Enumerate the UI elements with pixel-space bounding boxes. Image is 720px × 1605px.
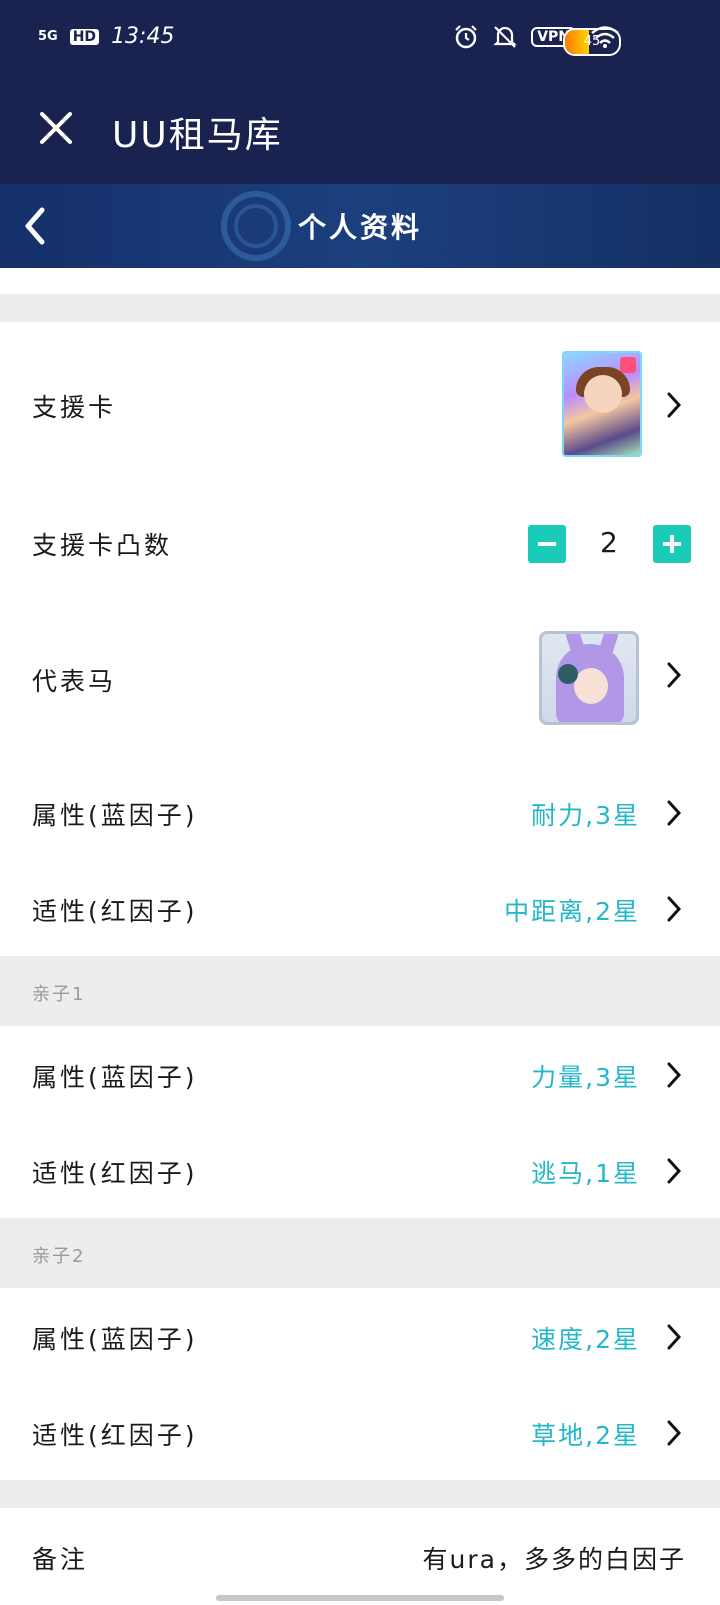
signal-label: 5G — [38, 29, 58, 44]
minus-icon — [538, 542, 556, 546]
battery-percent: 45 — [583, 34, 601, 49]
rep-horse-label: 代表马 — [32, 667, 117, 696]
horse-flower — [558, 664, 578, 684]
support-card-image[interactable] — [562, 351, 642, 457]
status-left: 5G HD 13:45 — [38, 24, 174, 49]
support-card-limit-label: 支援卡凸数 — [32, 531, 173, 560]
section-gap — [0, 294, 720, 322]
chevron-right-icon — [667, 1158, 682, 1184]
alarm-icon — [455, 25, 477, 49]
parent1-red-factor-value: 逃马,1星 — [531, 1159, 640, 1188]
parent1-blue-factor-label: 属性(蓝因子) — [32, 1063, 198, 1092]
chevron-right-icon — [667, 1420, 682, 1446]
parent1-blue-factor-value: 力量,3星 — [531, 1063, 640, 1092]
home-indicator — [216, 1595, 504, 1601]
remark-label: 备注 — [32, 1545, 89, 1574]
section-gap — [0, 1480, 720, 1508]
mute-bell-icon — [493, 26, 517, 48]
parent1-section-title: 亲子1 — [32, 984, 86, 1005]
chevron-right-icon[interactable] — [664, 390, 684, 420]
page-title: 个人资料 — [297, 211, 422, 244]
support-card-face — [584, 375, 622, 413]
remark-value: 有ura，多多的白因子 — [422, 1545, 686, 1574]
plus-icon — [663, 535, 681, 553]
app-title: UU租马库 — [112, 115, 283, 156]
horse-face — [574, 668, 608, 704]
blue-factor-label: 属性(蓝因子) — [32, 801, 198, 830]
increment-button[interactable] — [653, 525, 691, 563]
parent2-section-title: 亲子2 — [32, 1246, 86, 1267]
parent1-blue-factor-row[interactable]: 属性(蓝因子) 力量,3星 — [0, 1026, 720, 1122]
parent1-section-header: 亲子1 — [0, 956, 720, 1026]
heart-icon — [620, 357, 636, 373]
parent2-blue-factor-label: 属性(蓝因子) — [32, 1325, 198, 1354]
support-card-limit-value: 2 — [600, 526, 618, 559]
blue-factor-row[interactable]: 属性(蓝因子) 耐力,3星 — [0, 764, 720, 860]
app-bar: UU租马库 — [0, 80, 720, 184]
blue-factor-value: 耐力,3星 — [531, 801, 640, 830]
clock: 13:45 — [111, 24, 175, 49]
decrement-button[interactable] — [528, 525, 566, 563]
parent2-red-factor-value: 草地,2星 — [531, 1421, 640, 1450]
parent2-blue-factor-row[interactable]: 属性(蓝因子) 速度,2星 — [0, 1288, 720, 1384]
hd-badge: HD — [69, 28, 100, 45]
red-factor-row[interactable]: 适性(红因子) 中距离,2星 — [0, 860, 720, 956]
page-header: 个人资料 — [0, 184, 720, 268]
red-factor-label: 适性(红因子) — [32, 897, 198, 926]
parent2-blue-factor-value: 速度,2星 — [531, 1325, 640, 1354]
parent2-red-factor-label: 适性(红因子) — [32, 1421, 198, 1450]
chevron-right-icon — [667, 800, 682, 826]
chevron-right-icon[interactable] — [664, 660, 684, 690]
parent1-red-factor-row[interactable]: 适性(红因子) 逃马,1星 — [0, 1122, 720, 1218]
chevron-right-icon — [667, 896, 682, 922]
battery-icon: 45 — [563, 28, 621, 56]
remark-row[interactable]: 备注 有ura，多多的白因子 — [0, 1508, 720, 1605]
chevron-right-icon — [667, 1062, 682, 1088]
parent2-section-header: 亲子2 — [0, 1218, 720, 1288]
parent1-red-factor-label: 适性(红因子) — [32, 1159, 198, 1188]
parent2-red-factor-row[interactable]: 适性(红因子) 草地,2星 — [0, 1384, 720, 1480]
support-card-label: 支援卡 — [32, 393, 117, 422]
close-icon[interactable] — [34, 106, 78, 150]
chevron-right-icon — [667, 1324, 682, 1350]
red-factor-value: 中距离,2星 — [504, 897, 640, 926]
status-bar: 5G HD 13:45 VPN 45 — [0, 0, 720, 80]
rep-horse-avatar[interactable] — [539, 631, 639, 725]
